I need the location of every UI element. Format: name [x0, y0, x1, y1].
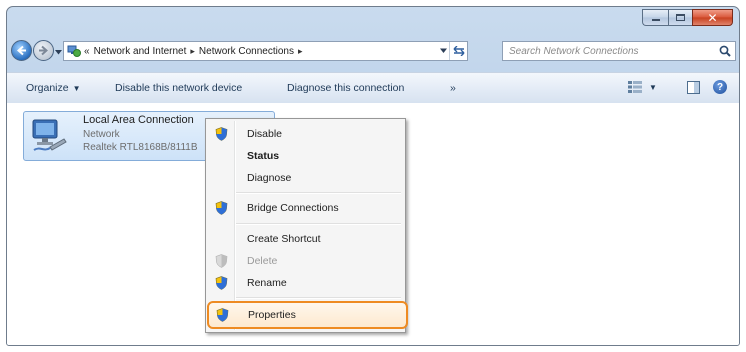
menu-item-bridge-connections[interactable]: Bridge Connections: [208, 198, 403, 218]
menu-item-diagnose[interactable]: Diagnose: [208, 168, 403, 188]
shield-icon: [216, 308, 229, 322]
search-input[interactable]: [509, 45, 709, 57]
menu-label: Properties: [248, 309, 296, 321]
network-adapter-icon: [32, 119, 67, 151]
network-folder-icon: [67, 45, 81, 57]
minimize-button[interactable]: [642, 9, 668, 26]
organize-label: Organize: [26, 82, 69, 94]
menu-separator: [236, 297, 401, 299]
menu-item-delete: Delete: [208, 251, 403, 271]
connection-name: Local Area Connection: [83, 114, 194, 126]
chevron-down-icon: ▼: [649, 82, 657, 92]
connection-status: Network: [83, 129, 120, 140]
menu-item-disable[interactable]: Disable: [208, 124, 403, 144]
search-icon[interactable]: [719, 45, 731, 57]
menu-label: Rename: [247, 277, 287, 289]
breadcrumb-separator[interactable]: ▸: [190, 46, 195, 57]
close-icon: ✕: [707, 10, 718, 25]
menu-label: Create Shortcut: [247, 233, 321, 245]
command-bar: Organize ▼ Disable this network device Di…: [7, 72, 739, 104]
back-button[interactable]: [11, 40, 32, 61]
shield-icon: [215, 127, 228, 141]
menu-item-rename[interactable]: Rename: [208, 273, 403, 293]
maximize-button[interactable]: [668, 9, 692, 26]
chevron-down-icon: ▼: [72, 84, 81, 93]
menu-item-properties[interactable]: Properties: [207, 301, 408, 329]
breadcrumb-separator[interactable]: ▸: [298, 46, 303, 57]
caption-buttons: ✕: [642, 9, 733, 26]
close-button[interactable]: ✕: [692, 9, 733, 26]
help-button[interactable]: ?: [713, 80, 727, 94]
menu-label: Bridge Connections: [247, 202, 339, 214]
breadcrumb-network-connections[interactable]: Network Connections: [199, 46, 294, 57]
address-box[interactable]: « Network and Internet ▸ Network Connect…: [63, 41, 468, 61]
shield-icon: [215, 254, 228, 268]
breadcrumb: « Network and Internet ▸ Network Connect…: [84, 46, 307, 57]
change-view-button[interactable]: ▼: [628, 81, 657, 93]
minimize-icon: [651, 19, 660, 21]
arrow-right-icon: [39, 45, 49, 56]
search-box[interactable]: [502, 41, 736, 61]
arrow-left-icon: [16, 45, 26, 56]
more-commands-button[interactable]: »: [450, 82, 456, 94]
recent-pages-dropdown[interactable]: [55, 49, 62, 56]
maximize-icon: [676, 14, 685, 21]
address-bar-row: « Network and Internet ▸ Network Connect…: [7, 34, 739, 64]
breadcrumb-network-and-internet[interactable]: Network and Internet: [94, 46, 187, 57]
menu-separator: [236, 192, 401, 194]
help-icon: ?: [716, 81, 724, 93]
menu-item-status[interactable]: Status: [208, 146, 403, 166]
forward-button[interactable]: [33, 40, 54, 61]
refresh-icon: [453, 46, 464, 56]
menu-label: Disable: [247, 128, 283, 140]
context-menu: Disable Status Diagnose Bridge Connectio…: [205, 118, 408, 333]
preview-pane-icon: [687, 81, 700, 94]
address-dropdown-icon[interactable]: [440, 48, 447, 54]
preview-pane-button[interactable]: [687, 81, 700, 97]
shield-icon: [215, 201, 228, 215]
menu-label: Delete: [247, 255, 278, 267]
diagnose-connection-button[interactable]: Diagnose this connection: [287, 82, 404, 94]
disable-device-button[interactable]: Disable this network device: [115, 82, 242, 94]
shield-icon: [215, 276, 228, 290]
view-icon: [628, 81, 642, 93]
menu-label: Diagnose: [247, 172, 292, 184]
connection-device: Realtek RTL8168B/8111B: [83, 142, 198, 153]
menu-item-create-shortcut[interactable]: Create Shortcut: [208, 229, 403, 249]
menu-label: Status: [247, 150, 280, 162]
organize-button[interactable]: Organize ▼: [26, 82, 81, 94]
refresh-button[interactable]: [449, 42, 467, 60]
breadcrumb-overflow[interactable]: «: [84, 46, 90, 57]
menu-separator: [236, 223, 401, 225]
